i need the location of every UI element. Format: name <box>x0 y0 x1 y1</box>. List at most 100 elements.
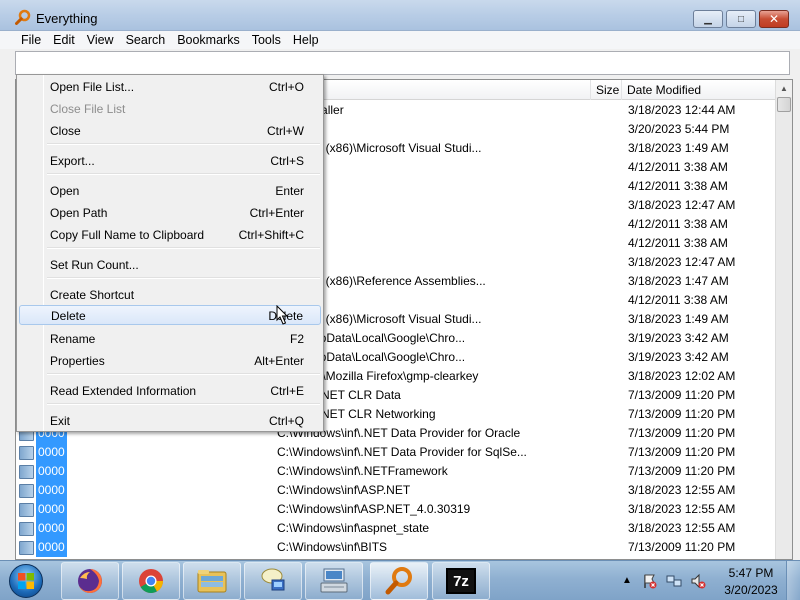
table-row[interactable]: 0000 C:\Windows\inf\.NETFramework 7/13/200… <box>16 462 776 481</box>
menu-item-shortcut: Ctrl+W <box>267 124 304 138</box>
minimize-button[interactable]: ▁ <box>693 10 723 28</box>
table-row[interactable]: 0000 C:\Windows\inf\.NET Data Provider fo… <box>16 443 776 462</box>
scroll-up-arrow-icon[interactable]: ▲ <box>776 80 792 97</box>
menu-item-open-path[interactable]: Open Path Ctrl+Enter <box>19 203 321 223</box>
taskbar-firefox[interactable] <box>61 562 119 600</box>
folder-icon <box>19 484 34 498</box>
folder-icon <box>19 541 34 555</box>
menu-item-open[interactable]: Open Enter <box>19 181 321 201</box>
menu-item-close[interactable]: Close Ctrl+W <box>19 121 321 141</box>
taskbar-7zip[interactable]: 7z <box>432 562 490 600</box>
close-window-button[interactable]: ✕ <box>759 10 789 28</box>
title-bar[interactable]: Everything ▁ □ ✕ <box>0 0 800 31</box>
row-date-modified: 3/18/2023 1:49 AM <box>628 312 729 326</box>
show-hidden-icons-icon[interactable]: ▲ <box>622 575 632 586</box>
taskbar-keyboard[interactable] <box>305 562 363 600</box>
menu-item-label: Rename <box>50 332 96 346</box>
menu-item-shortcut: Enter <box>275 184 304 198</box>
row-date-modified: 7/13/2009 11:20 PM <box>628 464 736 478</box>
mouse-cursor-icon <box>276 305 289 325</box>
menu-item-exit[interactable]: Exit Ctrl+Q <box>19 411 321 431</box>
row-date-modified: 3/18/2023 1:49 AM <box>628 141 729 155</box>
column-size[interactable]: Size <box>590 80 621 100</box>
row-date-modified: 4/12/2011 3:38 AM <box>628 179 728 193</box>
row-name: 0000 <box>36 538 67 557</box>
show-desktop-button[interactable] <box>786 561 800 600</box>
taskbar-explorer[interactable] <box>183 562 241 600</box>
start-button[interactable] <box>4 562 48 600</box>
action-center-flag-icon[interactable] <box>642 573 658 589</box>
taskbar-chrome[interactable] <box>122 562 180 600</box>
menu-item-set-run-count[interactable]: Set Run Count... <box>19 255 321 275</box>
row-date-modified: 3/18/2023 12:55 AM <box>628 483 736 497</box>
search-input[interactable] <box>15 51 790 75</box>
everything-icon <box>385 567 412 595</box>
menu-item-read-extended-information[interactable]: Read Extended Information Ctrl+E <box>19 381 321 401</box>
row-date-modified: 4/12/2011 3:38 AM <box>628 236 728 250</box>
row-name: 0000 <box>36 481 67 500</box>
scroll-thumb[interactable] <box>777 97 791 112</box>
taskbar: 7z ▲ 5:47 PM 3/20/2023 <box>0 560 800 600</box>
vertical-scrollbar[interactable]: ▲ <box>775 80 792 559</box>
column-date-modified[interactable]: Date Modified <box>621 80 776 100</box>
row-date-modified: 4/12/2011 3:38 AM <box>628 217 728 231</box>
firefox-icon <box>78 569 102 593</box>
menu-item-label: Properties <box>50 354 105 368</box>
menu-item-label: Open File List... <box>50 80 135 94</box>
menu-item-label: Create Shortcut <box>50 288 135 302</box>
menu-item-shortcut: Ctrl+Q <box>268 414 304 428</box>
menu-item-export[interactable]: Export... Ctrl+S <box>19 151 321 171</box>
row-name: 0000 <box>36 500 67 519</box>
maximize-button[interactable]: □ <box>726 10 756 28</box>
menu-item-create-shortcut[interactable]: Create Shortcut <box>19 285 321 305</box>
menu-separator <box>47 173 320 175</box>
row-path: C:\Windows\inf\ASP.NET <box>277 483 411 497</box>
row-date-modified: 3/18/2023 12:47 AM <box>628 198 736 212</box>
menu-item-open-file-list[interactable]: Open File List... Ctrl+O <box>19 77 321 97</box>
row-date-modified: 4/12/2011 3:38 AM <box>628 160 728 174</box>
table-row[interactable]: 0000 C:\Windows\inf\ASP.NET_4.0.30319 3/18… <box>16 500 776 519</box>
maximize-icon: □ <box>737 13 745 25</box>
windows-logo-icon <box>9 564 43 598</box>
menu-edit[interactable]: Edit <box>47 31 81 49</box>
menu-item-close-file-list[interactable]: Close File List <box>19 99 321 119</box>
menu-separator <box>47 373 320 375</box>
clock-date[interactable]: 3/20/2023 <box>720 583 782 597</box>
row-name: 0000 <box>36 519 67 538</box>
row-date-modified: 7/13/2009 11:20 PM <box>628 540 736 554</box>
menu-item-label: Export... <box>50 154 95 168</box>
row-name: 0000 <box>36 462 67 481</box>
row-path: C:\Windows\inf\ASP.NET_4.0.30319 <box>277 502 471 516</box>
file-context-menu: Open File List... Ctrl+O Close File List Cl… <box>16 74 324 432</box>
clock-time[interactable]: 5:47 PM <box>724 566 778 580</box>
menu-view[interactable]: View <box>81 31 120 49</box>
table-row[interactable]: 0000 C:\Windows\inf\ASP.NET 3/18/2023 12:5… <box>16 481 776 500</box>
table-row[interactable]: 0000 C:\Windows\inf\BITS 7/13/2009 11:20 P… <box>16 538 776 557</box>
menu-item-properties[interactable]: Properties Alt+Enter <box>19 351 321 371</box>
close-icon: ✕ <box>768 12 780 26</box>
speaker-muted-icon[interactable] <box>690 573 706 589</box>
row-date-modified: 7/13/2009 11:20 PM <box>628 426 736 440</box>
menu-item-label: Read Extended Information <box>50 384 197 398</box>
network-tray-icon[interactable] <box>666 573 682 589</box>
keyboard-icon <box>320 568 348 593</box>
taskbar-network[interactable] <box>244 562 302 600</box>
row-path: C:\Windows\inf\aspnet_state <box>277 521 430 535</box>
folder-icon <box>19 522 34 536</box>
menu-help[interactable]: Help <box>287 31 325 49</box>
menu-file[interactable]: File <box>15 31 47 49</box>
table-row[interactable]: 0000 C:\Windows\inf\aspnet_state 3/18/2023… <box>16 519 776 538</box>
taskbar-everything[interactable] <box>370 562 428 600</box>
menu-tools[interactable]: Tools <box>246 31 287 49</box>
row-date-modified: 3/18/2023 1:47 AM <box>628 274 729 288</box>
row-path: C:\Windows\inf\.NET Data Provider for Sq… <box>277 445 527 459</box>
menu-item-label: Open <box>50 184 80 198</box>
menu-item-rename[interactable]: Rename F2 <box>19 329 321 349</box>
row-name: 0000 <box>36 443 67 462</box>
menu-search[interactable]: Search <box>120 31 172 49</box>
menu-item-copy-full-name[interactable]: Copy Full Name to Clipboard Ctrl+Shift+C <box>19 225 321 245</box>
menu-separator <box>47 277 320 279</box>
row-date-modified: 3/20/2023 5:44 PM <box>628 122 730 136</box>
window-title: Everything <box>36 11 98 26</box>
menu-bookmarks[interactable]: Bookmarks <box>171 31 246 49</box>
